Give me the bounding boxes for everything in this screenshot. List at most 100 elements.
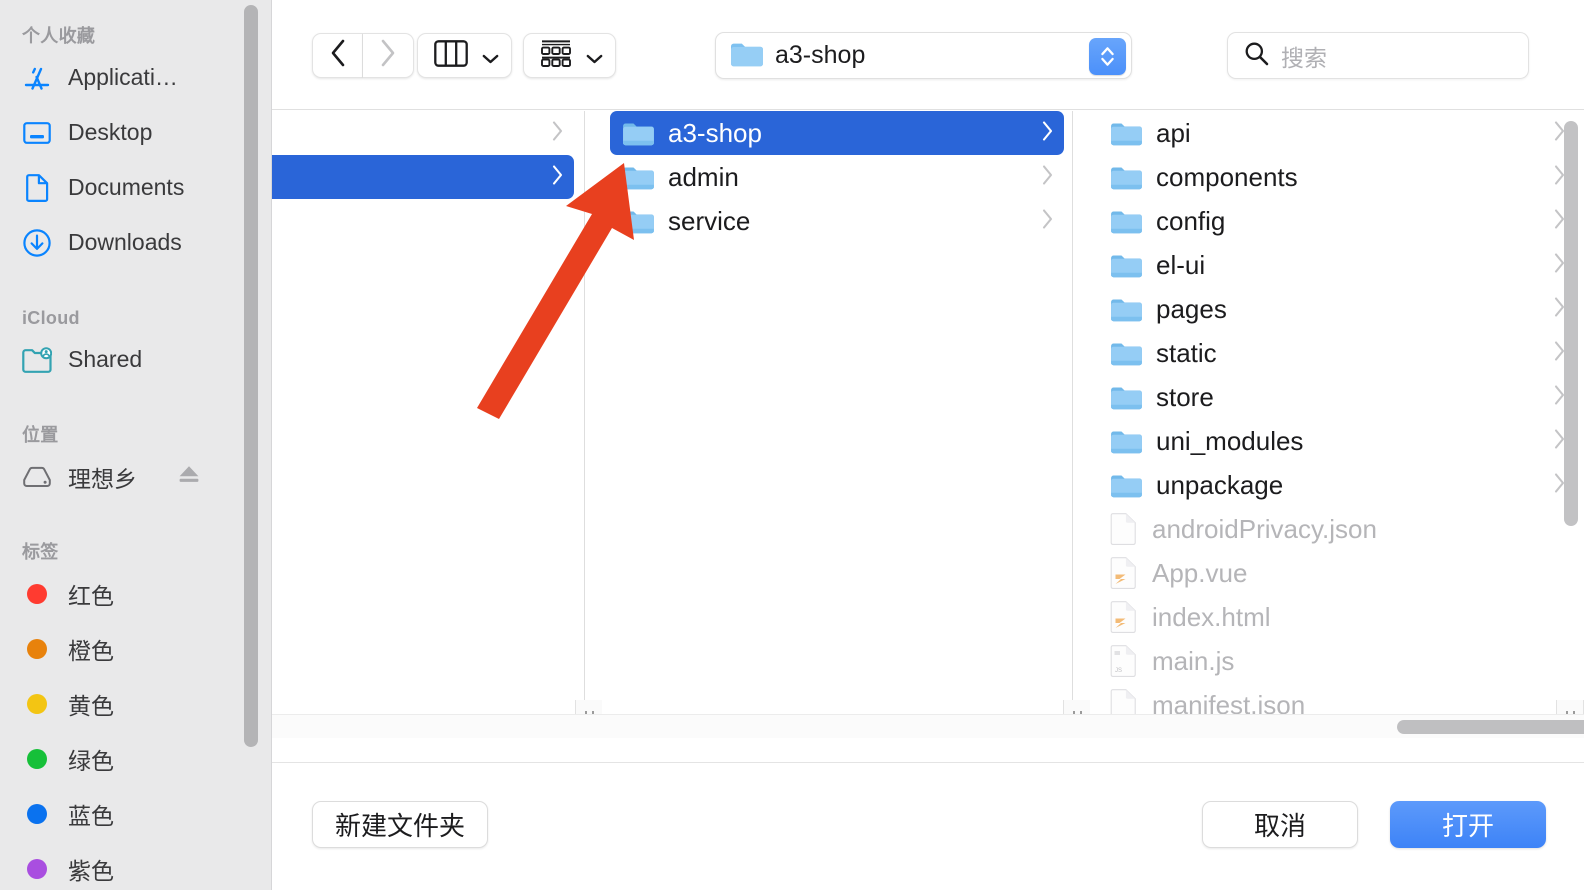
sidebar-item-红色[interactable]: 红色 — [0, 566, 272, 621]
folder-row[interactable]: admin — [610, 155, 1064, 199]
column-browser: a3-shop admin service api components config el… — [272, 111, 1584, 738]
folder-icon — [1110, 296, 1142, 322]
folder-row[interactable] — [272, 155, 574, 199]
item-label: store — [1156, 381, 1214, 412]
group-by-button[interactable] — [523, 33, 616, 78]
dialog-body: a3-shop 搜索 a3-shop admin service api com… — [272, 0, 1584, 890]
file-row[interactable]: JS main.js — [1098, 639, 1576, 683]
view-mode-button[interactable] — [417, 33, 512, 78]
js-file-icon: JS — [1110, 645, 1138, 677]
folder-icon — [1110, 340, 1142, 366]
column-2: a3-shop admin service — [602, 111, 1072, 729]
sidebar-item-shared[interactable]: Shared — [0, 332, 272, 387]
sidebar-item-desktop[interactable]: Desktop — [0, 105, 272, 160]
documents-icon — [22, 173, 52, 203]
item-label: a3-shop — [668, 117, 762, 148]
sidebar-item-理想乡[interactable]: 理想乡 — [0, 449, 272, 504]
back-button[interactable] — [312, 33, 363, 78]
horizontal-scrollbar-track[interactable] — [272, 714, 1584, 738]
eject-icon[interactable] — [176, 463, 202, 491]
tag-dot-icon — [22, 799, 52, 829]
folder-icon — [1110, 252, 1142, 278]
item-label: admin — [668, 161, 739, 192]
folder-icon — [622, 208, 654, 234]
new-folder-button[interactable]: 新建文件夹 — [312, 801, 488, 848]
search-placeholder: 搜索 — [1281, 44, 1327, 71]
item-label: uni_modules — [1156, 425, 1304, 456]
folder-row[interactable]: uni_modules — [1098, 419, 1576, 463]
sidebar-section-header: 个人收藏 — [22, 26, 96, 46]
svg-text:JS: JS — [1115, 668, 1122, 674]
file-open-dialog: 个人收藏 Applicati… Desktop Documents Downloads i… — [0, 0, 1584, 890]
vertical-scrollbar-thumb[interactable] — [1564, 121, 1578, 526]
column-view-icon — [434, 39, 468, 72]
folder-icon — [1110, 164, 1142, 190]
chevron-left-icon — [329, 38, 347, 73]
item-label: androidPrivacy.json — [1152, 513, 1377, 544]
folder-row[interactable]: unpackage — [1098, 463, 1576, 507]
column-divider — [584, 111, 585, 729]
sidebar-item-蓝色[interactable]: 蓝色 — [0, 786, 272, 841]
file-row[interactable]: index.html — [1098, 595, 1576, 639]
item-label: pages — [1156, 293, 1227, 324]
folder-icon — [1110, 472, 1142, 498]
horizontal-scrollbar-thumb[interactable] — [1397, 720, 1584, 734]
sidebar-item-label: Downloads — [68, 229, 182, 255]
file-row[interactable]: App.vue — [1098, 551, 1576, 595]
item-label: App.vue — [1152, 557, 1248, 588]
folder-row[interactable]: config — [1098, 199, 1576, 243]
folder-icon — [622, 164, 654, 190]
sidebar-item-橙色[interactable]: 橙色 — [0, 621, 272, 676]
sidebar-item-紫色[interactable]: 紫色 — [0, 841, 272, 890]
sidebar-item-documents[interactable]: Documents — [0, 160, 272, 215]
item-label: service — [668, 205, 751, 236]
sidebar-item-label: 红色 — [68, 582, 114, 609]
path-popup-button[interactable]: a3-shop — [715, 32, 1132, 79]
disclosure-chevron-icon — [1041, 162, 1054, 193]
sidebar-item-label: 紫色 — [68, 857, 114, 884]
sidebar-section-header: 标签 — [22, 542, 59, 562]
folder-row[interactable]: service — [610, 199, 1064, 243]
document-file-icon — [1110, 513, 1138, 545]
desktop-icon — [22, 118, 52, 148]
sidebar-item-label: Shared — [68, 346, 143, 372]
sidebar-item-绿色[interactable]: 绿色 — [0, 731, 272, 786]
tag-dot-icon — [22, 854, 52, 884]
tag-dot-icon — [22, 579, 52, 609]
folder-row[interactable] — [272, 111, 574, 155]
forward-button[interactable] — [363, 33, 414, 78]
item-label: el-ui — [1156, 249, 1206, 280]
sidebar-item-label: 黄色 — [68, 692, 114, 719]
folder-row[interactable]: a3-shop — [610, 111, 1064, 155]
column-divider — [1072, 111, 1073, 729]
up-down-stepper-icon[interactable] — [1089, 38, 1126, 75]
vue-file-icon — [1110, 601, 1138, 633]
item-label: static — [1156, 337, 1217, 368]
sidebar: 个人收藏 Applicati… Desktop Documents Downloads i… — [0, 0, 272, 890]
tag-dot-icon — [22, 744, 52, 774]
sidebar-item-label: 橙色 — [68, 637, 114, 664]
downloads-icon — [22, 228, 52, 258]
search-input[interactable]: 搜索 — [1227, 32, 1529, 79]
sidebar-scrollbar[interactable] — [244, 5, 258, 747]
item-label: unpackage — [1156, 469, 1284, 500]
folder-row[interactable]: api — [1098, 111, 1576, 155]
footer: 新建文件夹 取消 打开 — [272, 762, 1584, 890]
folder-row[interactable]: components — [1098, 155, 1576, 199]
folder-icon — [730, 40, 763, 72]
folder-row[interactable]: el-ui — [1098, 243, 1576, 287]
sidebar-item-黄色[interactable]: 黄色 — [0, 676, 272, 731]
folder-row[interactable]: store — [1098, 375, 1576, 419]
path-label: a3-shop — [775, 41, 866, 69]
sidebar-item-downloads[interactable]: Downloads — [0, 215, 272, 270]
disclosure-chevron-icon — [551, 118, 564, 149]
file-row[interactable]: androidPrivacy.json — [1098, 507, 1576, 551]
folder-row[interactable]: pages — [1098, 287, 1576, 331]
open-button[interactable]: 打开 — [1390, 801, 1546, 848]
folder-icon — [1110, 120, 1142, 146]
tag-dot-icon — [22, 689, 52, 719]
folder-row[interactable]: static — [1098, 331, 1576, 375]
sidebar-item-applicati-[interactable]: Applicati… — [0, 50, 272, 105]
folder-icon — [1110, 208, 1142, 234]
cancel-button[interactable]: 取消 — [1202, 801, 1358, 848]
